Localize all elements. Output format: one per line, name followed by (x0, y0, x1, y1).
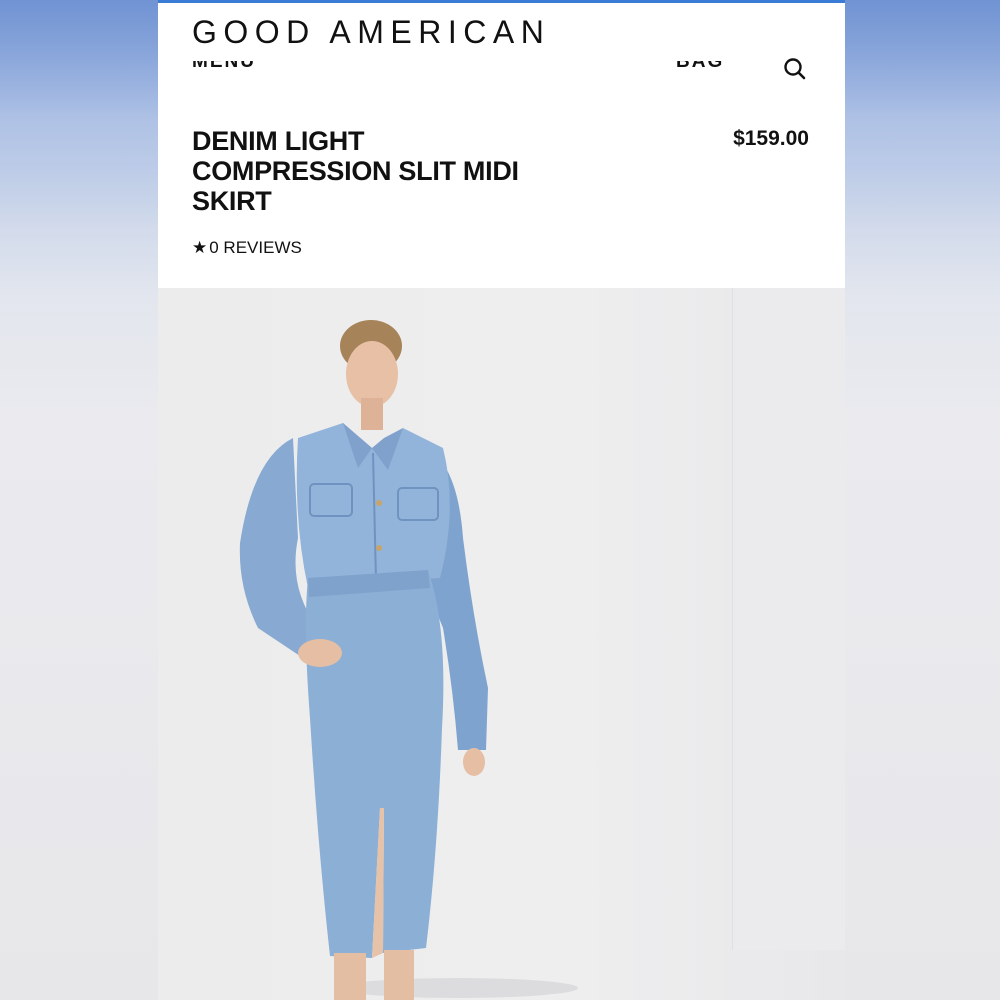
bag-label: BAG (676, 61, 725, 72)
status-accent-bar (158, 0, 845, 3)
product-price: $159.00 (733, 127, 809, 150)
background-left (0, 0, 158, 1000)
product-title: DENIM LIGHT COMPRESSION SLIT MIDI SKIRT (192, 126, 519, 216)
reviews-link[interactable]: ★ 0 REVIEWS (192, 238, 302, 258)
search-icon (784, 58, 806, 80)
reviews-label: 0 REVIEWS (209, 238, 302, 257)
model-figure (239, 320, 578, 1000)
background-right (845, 0, 1000, 1000)
brand-logo[interactable]: GOOD AMERICAN (192, 14, 550, 51)
product-image[interactable] (158, 288, 845, 1000)
menu-label: MENU (192, 61, 256, 72)
star-icon: ★ (192, 238, 208, 257)
phone-screen: GOOD AMERICAN MENU BAG DENIM LIGHT COMPR… (158, 0, 845, 1000)
search-button[interactable] (782, 56, 808, 82)
menu-button[interactable]: MENU (192, 61, 282, 78)
bag-button[interactable]: BAG (676, 61, 736, 78)
